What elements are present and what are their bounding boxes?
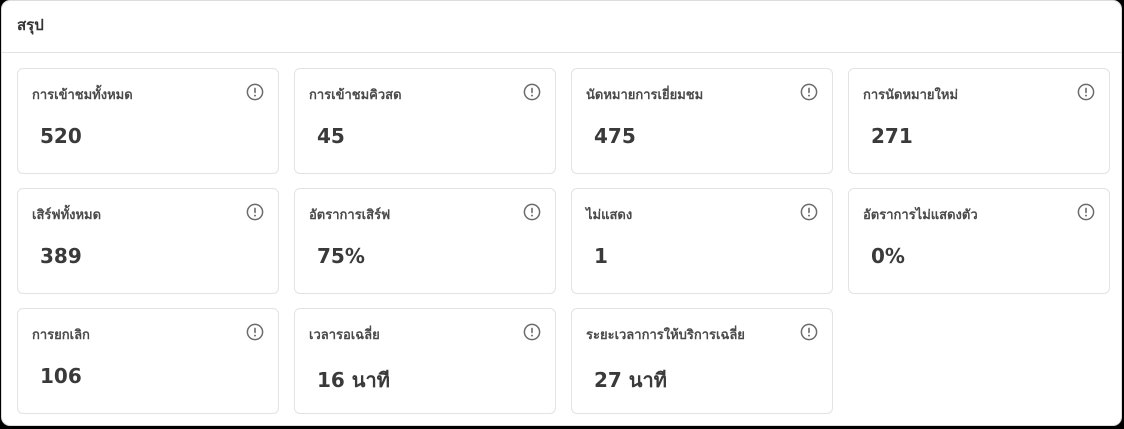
- stats-grid: การเข้าชมทั้งหมด 520 การเข้าชมคิวสด 45 น…: [17, 68, 1110, 414]
- stat-label: ไม่แสดง: [586, 208, 633, 223]
- stat-value: 0%: [871, 244, 905, 268]
- info-icon[interactable]: [1077, 83, 1095, 101]
- stat-value: 271: [871, 124, 913, 148]
- stat-label: ระยะเวลาการให้บริการเฉลี่ย: [586, 328, 745, 343]
- stat-card-total-visits: การเข้าชมทั้งหมด 520: [17, 68, 279, 174]
- stat-card-avg-wait-time: เวลารอเฉลี่ย 16 นาที: [294, 308, 556, 414]
- summary-panel: สรุป การเข้าชมทั้งหมด 520 การเข้าชมคิวสด…: [1, 0, 1122, 426]
- stat-value: 16 นาที: [317, 368, 390, 392]
- stat-value: 75%: [317, 244, 365, 268]
- stat-value: 475: [594, 124, 636, 148]
- stat-card-visit-appointments: นัดหมายการเยี่ยมชม 475: [571, 68, 833, 174]
- stat-value: 389: [40, 244, 82, 268]
- info-icon[interactable]: [800, 323, 818, 341]
- stat-card-live-queue-visits: การเข้าชมคิวสด 45: [294, 68, 556, 174]
- info-icon[interactable]: [523, 83, 541, 101]
- stat-value: 27 นาที: [594, 368, 667, 392]
- stat-card-total-served: เสิร์ฟทั้งหมด 389: [17, 188, 279, 294]
- stat-label: การยกเลิก: [32, 328, 90, 343]
- stat-label: อัตราการไม่แสดงตัว: [863, 208, 978, 223]
- stat-label: นัดหมายการเยี่ยมชม: [586, 88, 704, 103]
- summary-header: สรุป: [2, 1, 1121, 53]
- info-icon[interactable]: [800, 203, 818, 221]
- stat-card-serve-rate: อัตราการเสิร์ฟ 75%: [294, 188, 556, 294]
- stat-card-no-show: ไม่แสดง 1: [571, 188, 833, 294]
- info-icon[interactable]: [523, 203, 541, 221]
- stat-label: การเข้าชมทั้งหมด: [32, 88, 133, 103]
- stat-card-cancellations: การยกเลิก 106: [17, 308, 279, 414]
- info-icon[interactable]: [246, 203, 264, 221]
- info-icon[interactable]: [246, 83, 264, 101]
- info-icon[interactable]: [1077, 203, 1095, 221]
- stat-label: เวลารอเฉลี่ย: [309, 328, 380, 343]
- info-icon[interactable]: [523, 323, 541, 341]
- stat-label: เสิร์ฟทั้งหมด: [32, 208, 102, 223]
- stat-value: 106: [40, 364, 82, 388]
- stat-card-avg-service-time: ระยะเวลาการให้บริการเฉลี่ย 27 นาที: [571, 308, 833, 414]
- stat-card-new-appointments: การนัดหมายใหม่ 271: [848, 68, 1110, 174]
- info-icon[interactable]: [246, 323, 264, 341]
- stat-label: อัตราการเสิร์ฟ: [309, 208, 391, 223]
- stat-value: 45: [317, 124, 345, 148]
- summary-title: สรุป: [17, 15, 44, 34]
- stat-value: 1: [594, 244, 608, 268]
- stat-label: การนัดหมายใหม่: [863, 88, 959, 103]
- stat-value: 520: [40, 124, 82, 148]
- info-icon[interactable]: [800, 83, 818, 101]
- stat-label: การเข้าชมคิวสด: [309, 88, 402, 103]
- stat-card-no-show-rate: อัตราการไม่แสดงตัว 0%: [848, 188, 1110, 294]
